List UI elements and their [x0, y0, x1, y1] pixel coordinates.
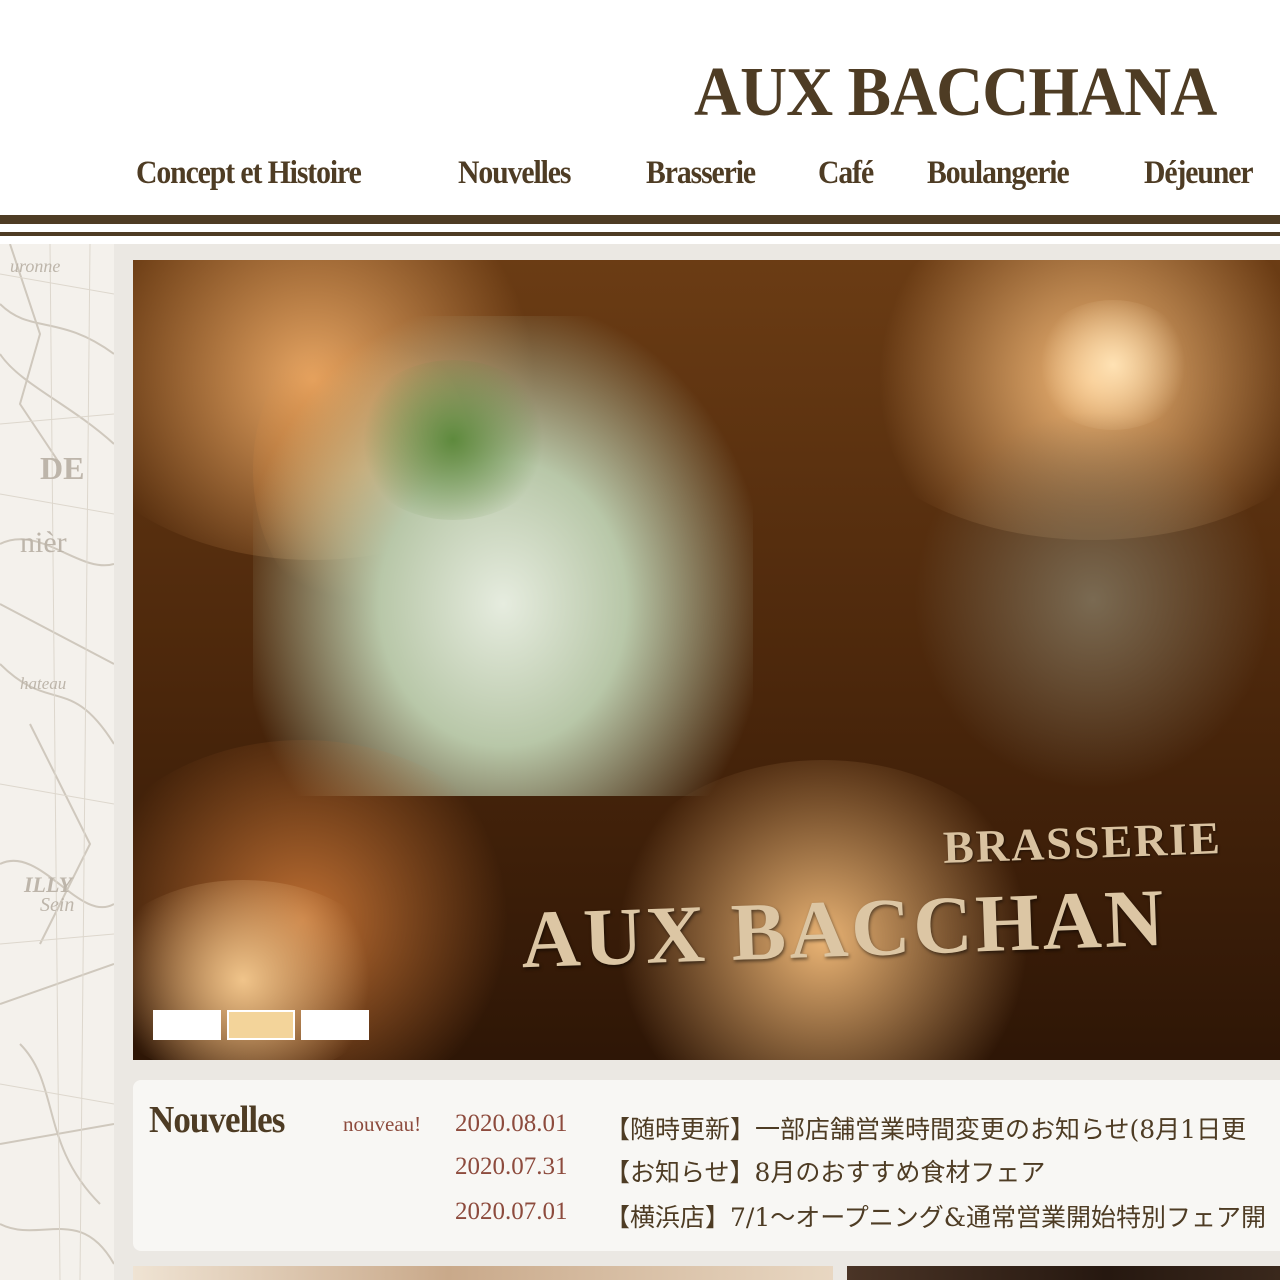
nav-item-concept[interactable]: Concept et Histoire [136, 155, 362, 192]
sign-brasserie: BRASSERIE [942, 812, 1223, 873]
nav-item-nouvelles[interactable]: Nouvelles [458, 155, 571, 192]
window-reflection [913, 410, 1273, 790]
news-date: 2020.08.01 [455, 1110, 568, 1137]
news-link[interactable]: 【お知らせ】8月のおすすめ食材フェア [605, 1153, 1045, 1189]
map-label: uronne [10, 256, 61, 276]
map-label: DE [40, 450, 85, 486]
plant-blur [353, 360, 553, 520]
main-nav: Concept et Histoire Nouvelles Brasserie … [0, 155, 1280, 205]
news-heading: Nouvelles [149, 1099, 285, 1141]
slider-dot-1[interactable] [153, 1010, 221, 1040]
hero-slider[interactable]: BRASSERIE AUX BACCHAN [133, 260, 1280, 1060]
news-link[interactable]: 【随時更新】一部店舗営業時間変更のお知らせ(8月1日更 [605, 1110, 1246, 1146]
map-label: nièr [20, 526, 67, 559]
nav-item-cafe[interactable]: Café [818, 155, 874, 192]
slider-dot-3[interactable] [301, 1010, 369, 1040]
nav-item-brasserie[interactable]: Brasserie [646, 155, 756, 192]
decorative-map-background: uronne DE nièr hateau ILLY Sein [0, 244, 114, 1280]
header-divider-thick [0, 215, 1280, 224]
nav-item-boulangerie[interactable]: Boulangerie [927, 155, 1070, 192]
news-link[interactable]: 【横浜店】7/1～オープニング&通常営業開始特別フェア開 [605, 1198, 1266, 1234]
feature-thumbnail[interactable] [133, 1266, 833, 1280]
site-logo[interactable]: AUX BACCHANA [694, 58, 1217, 128]
map-label: hateau [20, 674, 67, 693]
news-panel: Nouvelles nouveau! 2020.08.01 【随時更新】一部店舗… [133, 1080, 1280, 1251]
nav-item-dejeuner[interactable]: Déjeuner [1144, 155, 1254, 192]
column-gutter [114, 244, 132, 1280]
news-date: 2020.07.31 [455, 1153, 568, 1180]
feature-thumbnail[interactable] [847, 1266, 1280, 1280]
news-date: 2020.07.01 [455, 1198, 568, 1225]
slider-dot-2[interactable] [227, 1010, 295, 1040]
map-label: Sein [40, 894, 75, 916]
map-lines [0, 244, 114, 1280]
site-header: AUX BACCHANA Concept et Histoire Nouvell… [0, 0, 1280, 242]
header-divider-thin [0, 232, 1280, 236]
new-badge: nouveau! [343, 1112, 422, 1136]
